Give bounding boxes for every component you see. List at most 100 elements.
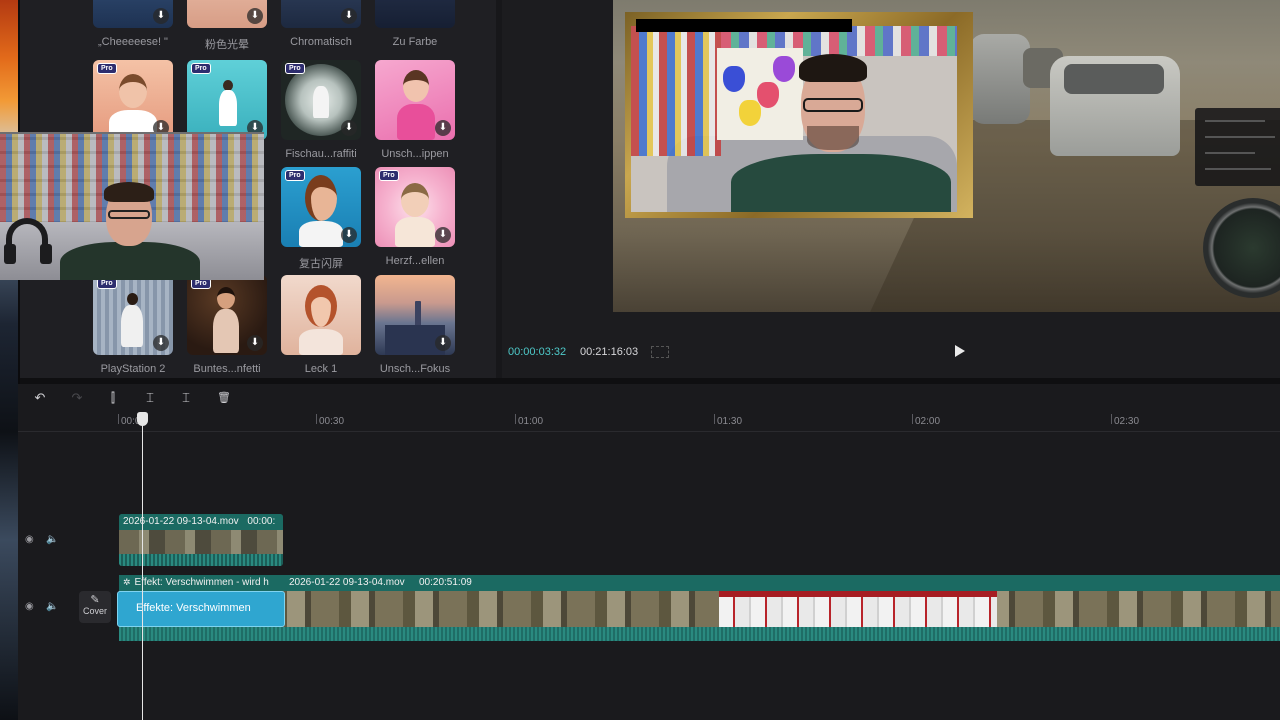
effect-label: Fischau...raffiti (285, 148, 357, 160)
effect-retro-flash[interactable]: Pro ⬇ 复古闪屏 (281, 167, 361, 271)
effect-label: PlayStation 2 (100, 363, 166, 375)
game-hud-panel (1195, 108, 1280, 186)
ruler-label: 01:00 (518, 416, 544, 427)
effect-blur-focus[interactable]: ⬇ Unsch...Fokus (375, 275, 455, 375)
download-icon[interactable]: ⬇ (153, 335, 169, 351)
download-icon[interactable]: ⬇ (341, 8, 357, 24)
ruler-label: 02:00 (915, 416, 941, 427)
effect-leak-1[interactable]: Leck 1 (281, 275, 361, 375)
cover-button[interactable]: ✎ Cover (79, 591, 111, 623)
eye-icon[interactable]: ◉ (25, 601, 34, 612)
picture-in-picture-frame[interactable] (625, 12, 973, 218)
glasses (803, 98, 863, 112)
effect-thumbnail (281, 275, 361, 355)
effect-icon: ✲ (123, 577, 131, 587)
effect-colorful-confetti[interactable]: Pro ⬇ Buntes...nfetti (187, 275, 267, 375)
ruler-label: 00:30 (319, 416, 345, 427)
effect-thumbnail: ⬇ (93, 0, 173, 28)
aspect-ratio-icon[interactable] (651, 346, 669, 358)
audio-waveform (119, 554, 283, 566)
main-clip-thumbnails[interactable] (119, 591, 1280, 627)
split-right-icon[interactable]: ⌶ (178, 390, 194, 406)
effect-thumbnail: ⬇ (375, 60, 455, 140)
pro-badge: Pro (285, 63, 305, 74)
undo-icon[interactable]: ↶ (32, 390, 48, 406)
speaker-icon[interactable]: 🔈 (46, 601, 58, 612)
main-clip-header[interactable]: ✲ Effekt: Verschwimmen - wird h 2026-01-2… (119, 575, 1280, 591)
pro-badge: Pro (285, 170, 305, 181)
effect-label: „Cheeeeese! " (98, 36, 168, 48)
total-duration: 00:21:16:03 (580, 346, 639, 358)
car-image (1050, 56, 1180, 156)
download-icon[interactable]: ⬇ (247, 8, 263, 24)
effect-playstation-2[interactable]: Pro ⬇ PlayStation 2 (93, 275, 173, 375)
clip-duration: 00:00: (247, 516, 276, 527)
ruler-label: 02:30 (1114, 416, 1140, 427)
overlay-clip[interactable]: 2026-01-22 09-13-04.mov 00:00: (119, 514, 283, 566)
effect-label: Buntes...nfetti (193, 363, 261, 375)
effect-thumbnail: Pro ⬇ (187, 60, 267, 140)
clip-name: 2026-01-22 09-13-04.mov (289, 577, 405, 588)
effect-label: Herzf...ellen (385, 255, 445, 267)
effect-label: 复古闪屏 (299, 258, 343, 270)
effect-header-label: Effekt: Verschwimmen - wird h (134, 577, 269, 588)
background-window-edge (0, 0, 18, 720)
effect-heart-fall[interactable]: Pro ⬇ Herzf...ellen (375, 167, 455, 267)
effect-thumbnail: ⬇ (187, 0, 267, 28)
download-icon[interactable]: ⬇ (341, 120, 357, 136)
speaker-icon[interactable]: 🔈 (46, 534, 58, 545)
download-icon[interactable]: ⬇ (435, 227, 451, 243)
split-left-icon[interactable]: ⌶ (142, 390, 158, 406)
effect-thumbnail: Pro ⬇ (93, 275, 173, 355)
effect-chromatic[interactable]: ⬇ Chromatisch (281, 0, 361, 48)
effect-pink-glow[interactable]: ⬇ 粉色光晕 (187, 0, 267, 52)
effect-label: Unsch...ippen (381, 148, 449, 160)
effect-blur-pink[interactable]: ⬇ Unsch...ippen (375, 60, 455, 160)
effect-label: 粉色光晕 (205, 39, 249, 51)
download-icon[interactable]: ⬇ (435, 335, 451, 351)
cover-label: Cover (82, 606, 107, 616)
effect-label: Zu Farbe (392, 36, 438, 48)
effect-fisheye-graffiti[interactable]: Pro ⬇ Fischau...raffiti (281, 60, 361, 160)
car-image (970, 34, 1030, 124)
effect-thumbnail: Pro ⬇ (93, 60, 173, 140)
effect-label: Chromatisch (290, 36, 352, 48)
split-icon[interactable]: ⫿ (105, 390, 121, 406)
effect-thumbnail: Pro ⬇ (281, 167, 361, 247)
playhead-handle[interactable] (137, 412, 148, 426)
main-audio-waveform[interactable] (119, 627, 1280, 641)
download-icon[interactable]: ⬇ (435, 120, 451, 136)
effect-thumbnail: ⬇ (375, 275, 455, 355)
effect-thumbnail (375, 0, 455, 28)
ruler-label: 01:30 (717, 416, 743, 427)
effect-thumbnail: Pro ⬇ (281, 60, 361, 140)
pro-badge: Pro (97, 63, 117, 74)
glasses (108, 210, 150, 219)
clip-duration: 00:20:51:09 (419, 577, 472, 588)
clip-name: 2026-01-22 09-13-04.mov (123, 516, 239, 527)
redaction-bar (636, 19, 852, 32)
playhead[interactable] (142, 418, 143, 720)
video-editor: ⬇ „Cheeeeese! " ⬇ 粉色光晕 ⬇ Chromatisch Zu … (0, 0, 1280, 720)
effect-label: Unsch...Fokus (379, 363, 451, 375)
effect-thumbnail: ⬇ (281, 0, 361, 28)
effect-cheese[interactable]: ⬇ „Cheeeeese! " (93, 0, 173, 48)
effect-dancer-teal[interactable]: Pro ⬇ (187, 60, 267, 140)
clip-header: 2026-01-22 09-13-04.mov 00:00: (119, 514, 283, 530)
download-icon[interactable]: ⬇ (247, 335, 263, 351)
webcam-overlay (0, 132, 264, 280)
timeline-ruler[interactable]: 00:00 00:30 01:00 01:30 02:00 02:30 (18, 410, 1280, 432)
play-button[interactable] (955, 345, 965, 357)
effect-thumbnail: Pro ⬇ (187, 275, 267, 355)
redo-icon[interactable]: ↷ (69, 390, 85, 406)
eye-icon[interactable]: ◉ (25, 534, 34, 545)
effect-thumbnail: Pro ⬇ (375, 167, 455, 247)
delete-icon[interactable]: 🗑 (216, 390, 232, 406)
download-icon[interactable]: ⬇ (341, 227, 357, 243)
effect-portrait-1[interactable]: Pro ⬇ (93, 60, 173, 140)
pro-badge: Pro (191, 63, 211, 74)
timeline-toolbar: ↶ ↷ ⫿ ⌶ ⌶ 🗑 (18, 386, 1280, 410)
effect-to-color[interactable]: Zu Farbe (375, 0, 455, 48)
drawing-poster (717, 48, 803, 140)
download-icon[interactable]: ⬇ (153, 8, 169, 24)
